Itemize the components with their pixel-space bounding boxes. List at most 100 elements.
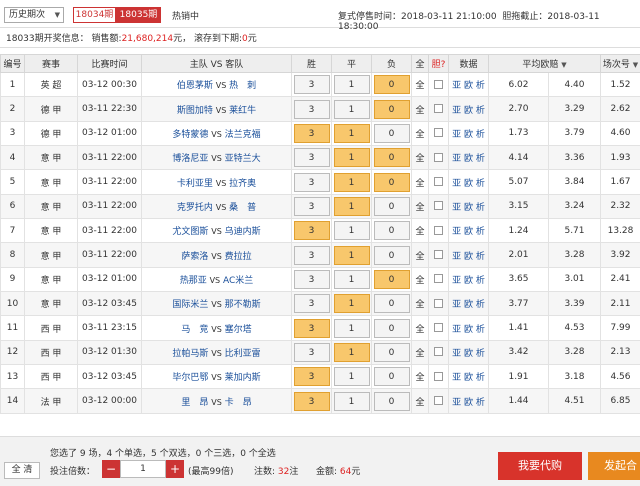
away-team[interactable]: 卡 昂 <box>225 398 252 408</box>
dan-checkbox[interactable] <box>434 104 443 114</box>
select-all-option[interactable]: 全 <box>411 71 429 98</box>
away-team[interactable]: AC米兰 <box>223 276 253 286</box>
home-team[interactable]: 萨索洛 <box>181 252 208 262</box>
home-team[interactable]: 斯图加特 <box>177 106 213 116</box>
home-team[interactable]: 热那亚 <box>180 276 207 286</box>
euro-odds-link[interactable]: 欧 <box>464 300 473 310</box>
col-avg-odds[interactable]: 平均欧赔 ▼ <box>488 54 601 73</box>
dan-checkbox[interactable] <box>434 347 443 357</box>
draw-option[interactable]: 1 <box>333 196 370 216</box>
select-all-option[interactable]: 全 <box>411 145 429 171</box>
away-team[interactable]: 那不勒斯 <box>225 300 261 310</box>
dan-checkbox[interactable] <box>434 250 443 260</box>
dan-checkbox[interactable] <box>434 323 443 333</box>
dan-checkbox[interactable] <box>434 225 443 235</box>
asian-odds-link[interactable]: 亚 <box>452 130 461 140</box>
win-option[interactable]: 3 <box>293 221 330 241</box>
analysis-link[interactable]: 析 <box>476 203 485 213</box>
col-field-no[interactable]: 场次号 ▼ <box>600 54 640 73</box>
asian-odds-link[interactable]: 亚 <box>452 203 461 213</box>
win-option[interactable]: 3 <box>293 148 330 168</box>
asian-odds-link[interactable]: 亚 <box>452 398 461 408</box>
dan-checkbox[interactable] <box>434 128 443 138</box>
draw-option[interactable]: 1 <box>333 148 370 168</box>
euro-odds-link[interactable]: 欧 <box>464 349 473 359</box>
euro-odds-link[interactable]: 欧 <box>464 398 473 408</box>
asian-odds-link[interactable]: 亚 <box>452 373 461 383</box>
select-all-option[interactable]: 全 <box>411 315 429 341</box>
draw-option[interactable]: 1 <box>333 245 370 265</box>
lose-option[interactable]: 0 <box>373 221 410 241</box>
home-team[interactable]: 毕尔巴鄂 <box>172 373 208 383</box>
analysis-link[interactable]: 析 <box>476 154 485 164</box>
select-all-option[interactable]: 全 <box>411 364 429 390</box>
lose-option[interactable]: 0 <box>373 294 410 314</box>
draw-option[interactable]: 1 <box>333 367 370 387</box>
select-all-option[interactable]: 全 <box>411 169 429 195</box>
lose-option[interactable]: 0 <box>373 75 410 95</box>
buy-button[interactable]: 我要代购 <box>498 452 582 480</box>
asian-odds-link[interactable]: 亚 <box>452 300 461 310</box>
analysis-link[interactable]: 析 <box>476 373 485 383</box>
draw-option[interactable]: 1 <box>333 221 370 241</box>
draw-option[interactable]: 1 <box>333 99 370 119</box>
select-all-option[interactable]: 全 <box>411 291 429 317</box>
away-team[interactable]: 乌迪内斯 <box>225 227 261 237</box>
asian-odds-link[interactable]: 亚 <box>452 106 461 116</box>
win-option[interactable]: 3 <box>293 367 330 387</box>
home-team[interactable]: 马 竞 <box>181 325 208 335</box>
home-team[interactable]: 里 昂 <box>181 398 208 408</box>
analysis-link[interactable]: 析 <box>476 398 485 408</box>
away-team[interactable]: 费拉拉 <box>225 252 252 262</box>
analysis-link[interactable]: 析 <box>476 106 485 116</box>
dan-checkbox[interactable] <box>434 274 443 284</box>
win-option[interactable]: 3 <box>293 318 330 338</box>
dan-checkbox[interactable] <box>434 177 443 187</box>
lose-option[interactable]: 0 <box>373 99 410 119</box>
select-all-option[interactable]: 全 <box>411 242 429 268</box>
euro-odds-link[interactable]: 欧 <box>464 227 473 237</box>
analysis-link[interactable]: 析 <box>476 227 485 237</box>
euro-odds-link[interactable]: 欧 <box>464 373 473 383</box>
analysis-link[interactable]: 析 <box>476 81 485 91</box>
multiplier-input[interactable]: 1 <box>120 460 166 478</box>
away-team[interactable]: 法兰克福 <box>225 130 261 140</box>
increase-multiplier-button[interactable]: + <box>166 460 184 478</box>
select-all-option[interactable]: 全 <box>411 120 429 147</box>
home-team[interactable]: 多特蒙德 <box>172 130 208 140</box>
analysis-link[interactable]: 析 <box>476 130 485 140</box>
draw-option[interactable]: 1 <box>333 391 370 411</box>
away-team[interactable]: 莱加内斯 <box>225 373 261 383</box>
analysis-link[interactable]: 析 <box>476 300 485 310</box>
lose-option[interactable]: 0 <box>373 245 410 265</box>
select-all-option[interactable]: 全 <box>411 193 429 220</box>
analysis-link[interactable]: 析 <box>476 325 485 335</box>
asian-odds-link[interactable]: 亚 <box>452 276 461 286</box>
dan-checkbox[interactable] <box>434 371 443 381</box>
home-team[interactable]: 博洛尼亚 <box>172 154 208 164</box>
dan-checkbox[interactable] <box>434 79 443 89</box>
draw-option[interactable]: 1 <box>333 172 370 192</box>
asian-odds-link[interactable]: 亚 <box>452 325 461 335</box>
start-group-buy-button[interactable]: 发起合 <box>588 452 640 480</box>
draw-option[interactable]: 1 <box>333 318 370 338</box>
tab-period-18034[interactable]: 18034期 <box>73 7 116 23</box>
away-team[interactable]: 塞尔塔 <box>225 325 252 335</box>
dan-checkbox[interactable] <box>434 396 443 406</box>
lose-option[interactable]: 0 <box>373 391 410 411</box>
draw-option[interactable]: 1 <box>333 269 370 289</box>
home-team[interactable]: 拉帕马斯 <box>172 349 208 359</box>
home-team[interactable]: 克罗托内 <box>177 203 213 213</box>
win-option[interactable]: 3 <box>293 172 330 192</box>
select-all-option[interactable]: 全 <box>411 96 429 122</box>
euro-odds-link[interactable]: 欧 <box>464 325 473 335</box>
asian-odds-link[interactable]: 亚 <box>452 349 461 359</box>
asian-odds-link[interactable]: 亚 <box>452 227 461 237</box>
lose-option[interactable]: 0 <box>373 367 410 387</box>
history-period-select[interactable]: 历史期次 ▼ <box>4 7 64 23</box>
asian-odds-link[interactable]: 亚 <box>452 81 461 91</box>
draw-option[interactable]: 1 <box>333 294 370 314</box>
home-team[interactable]: 伯恩茅斯 <box>177 81 213 91</box>
dan-checkbox[interactable] <box>434 201 443 211</box>
draw-option[interactable]: 1 <box>333 342 370 362</box>
